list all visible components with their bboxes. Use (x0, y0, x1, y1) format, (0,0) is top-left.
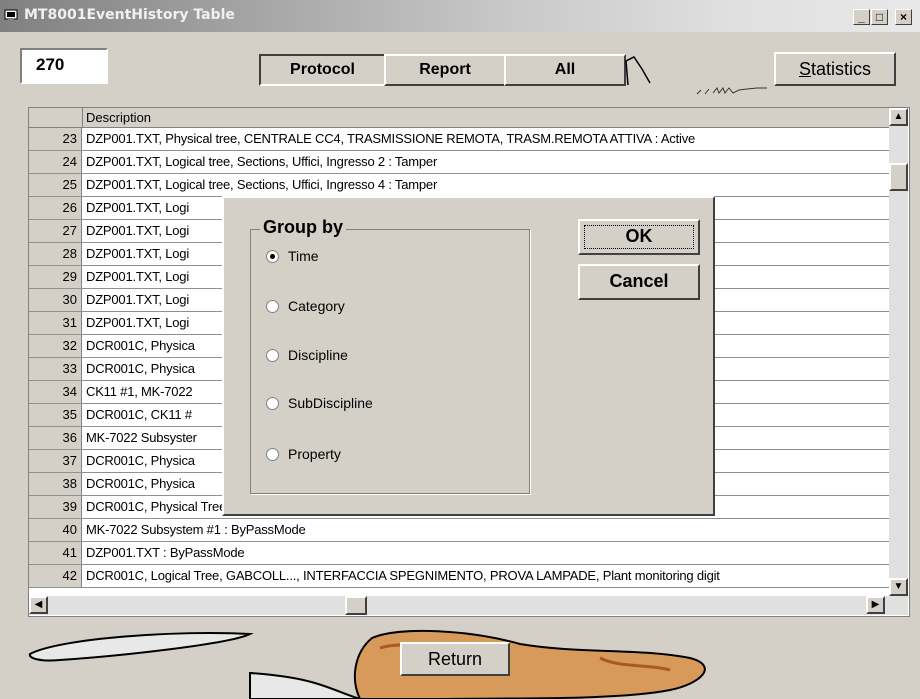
table-row[interactable]: 24 DZP001.TXT, Logical tree, Sections, Uf… (29, 151, 889, 174)
row-number: 32 (29, 335, 82, 357)
app-icon (4, 9, 18, 22)
return-label: Return (427, 649, 483, 669)
row-number: 28 (29, 243, 82, 265)
tab-all[interactable]: All (504, 54, 626, 86)
group-by-title: Group by (260, 217, 346, 238)
row-number: 38 (29, 473, 82, 495)
row-description: MK-7022 Subsyster (86, 430, 197, 445)
row-description: DCR001C, Physica (86, 453, 195, 468)
description-column-header[interactable]: Description (86, 110, 151, 125)
vertical-scroll-thumb[interactable] (889, 163, 908, 191)
row-description: DZP001.TXT, Logi (86, 269, 190, 284)
row-number: 36 (29, 427, 82, 449)
row-number: 34 (29, 381, 82, 403)
row-number: 41 (29, 542, 82, 564)
radio-discipline-label: Discipline (288, 347, 348, 363)
row-number: 37 (29, 450, 82, 472)
radio-time[interactable]: Time (266, 248, 319, 264)
table-row[interactable]: 41 DZP001.TXT : ByPassMode (29, 542, 889, 565)
radio-unselected-icon (266, 348, 279, 362)
row-number: 31 (29, 312, 82, 334)
row-description: DCR001C, Logical Tree, GABCOLL..., INTER… (86, 568, 720, 583)
row-number: 25 (29, 174, 82, 196)
table-row[interactable]: 40 MK-7022 Subsystem #1 : ByPassMode (29, 519, 889, 542)
row-number: 33 (29, 358, 82, 380)
title-bar[interactable]: MT8001EventHistory Table _ □ × (0, 0, 920, 32)
row-description: DZP001.TXT, Logi (86, 315, 190, 330)
cancel-button[interactable]: Cancel (578, 264, 700, 300)
row-number: 39 (29, 496, 82, 518)
horizontal-scrollbar[interactable]: ◀ ▶ (29, 596, 908, 615)
row-description: DZP001.TXT, Logi (86, 292, 190, 307)
radio-subdiscipline-label: SubDiscipline (288, 395, 373, 411)
row-description: DCR001C, CK11 # (86, 407, 192, 422)
minimize-button[interactable]: _ (853, 9, 870, 25)
scroll-right-button[interactable]: ▶ (866, 596, 885, 614)
radio-unselected-icon (266, 396, 279, 410)
row-number: 24 (29, 151, 82, 173)
cancel-label: Cancel (609, 271, 669, 291)
tab-report[interactable]: Report (384, 54, 506, 86)
table-row[interactable]: 42 DCR001C, Logical Tree, GABCOLL..., INT… (29, 565, 889, 588)
row-description: DZP001.TXT, Logi (86, 246, 190, 261)
radio-subdiscipline[interactable]: SubDiscipline (266, 395, 373, 411)
ok-focus-rect (584, 225, 694, 249)
ok-button[interactable]: OK (578, 219, 700, 255)
maximize-button[interactable]: □ (871, 9, 888, 25)
vertical-scrollbar[interactable]: ▲ ▼ (889, 108, 908, 596)
row-description: DZP001.TXT, Physical tree, CENTRALE CC4,… (86, 131, 696, 146)
row-number: 30 (29, 289, 82, 311)
radio-property-label: Property (288, 446, 341, 462)
hand-drawing-decoration (625, 56, 651, 86)
row-description: DZP001.TXT : ByPassMode (86, 545, 245, 560)
row-number: 23 (29, 128, 82, 150)
row-description: DCR001C, Physica (86, 338, 195, 353)
main-window: MT8001EventHistory Table _ □ × 270 Proto… (0, 0, 920, 699)
table-row[interactable]: 23 DZP001.TXT, Physical tree, CENTRALE CC… (29, 128, 889, 151)
scribble-decoration (696, 87, 767, 95)
row-number: 35 (29, 404, 82, 426)
row-description: DZP001.TXT, Logical tree, Sections, Uffi… (86, 177, 438, 192)
row-description: DCR001C, Physica (86, 361, 195, 376)
scroll-down-button[interactable]: ▼ (889, 578, 908, 596)
window-title: MT8001EventHistory Table (24, 7, 235, 23)
table-row[interactable]: 25 DZP001.TXT, Logical tree, Sections, Uf… (29, 174, 889, 197)
scroll-left-button[interactable]: ◀ (29, 596, 48, 614)
row-number: 40 (29, 519, 82, 541)
radio-selected-icon (266, 249, 279, 263)
statistics-label: tatistics (811, 59, 872, 79)
table-header: Description (29, 108, 889, 128)
row-number: 29 (29, 266, 82, 288)
statistics-hotkey: S (798, 59, 811, 79)
row-number: 26 (29, 197, 82, 219)
row-number: 27 (29, 220, 82, 242)
statistics-button[interactable]: Statistics (774, 52, 896, 86)
record-count: 270 (20, 48, 108, 84)
tab-protocol[interactable]: Protocol (259, 54, 386, 86)
radio-property[interactable]: Property (266, 446, 341, 462)
group-by-dialog: Group by Time Category Discipline SubDis… (222, 196, 715, 516)
radio-unselected-icon (266, 447, 279, 461)
row-description: DZP001.TXT, Logical tree, Sections, Uffi… (86, 154, 438, 169)
radio-category[interactable]: Category (266, 298, 345, 314)
close-button[interactable]: × (895, 9, 912, 25)
radio-discipline[interactable]: Discipline (266, 347, 348, 363)
return-button[interactable]: Return (400, 642, 510, 676)
row-description: DZP001.TXT, Logi (86, 200, 190, 215)
row-description: DCR001C, Physica (86, 476, 195, 491)
radio-unselected-icon (266, 299, 279, 313)
row-description: DZP001.TXT, Logi (86, 223, 190, 238)
horizontal-scroll-thumb[interactable] (345, 596, 367, 615)
row-number-header (29, 108, 83, 127)
radio-time-label: Time (288, 248, 319, 264)
radio-category-label: Category (288, 298, 345, 314)
scroll-up-button[interactable]: ▲ (889, 108, 908, 126)
row-number: 42 (29, 565, 82, 587)
row-description: CK11 #1, MK-7022 (86, 384, 193, 399)
row-description: MK-7022 Subsystem #1 : ByPassMode (86, 522, 306, 537)
